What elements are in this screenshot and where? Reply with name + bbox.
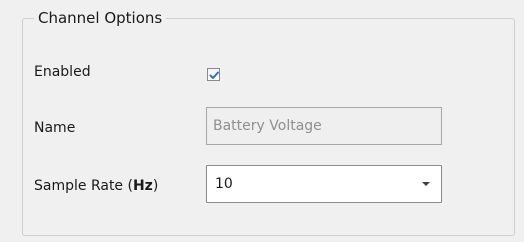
sample-rate-label: Sample Rate (Hz) <box>34 176 158 196</box>
sample-rate-label-suffix: ) <box>152 178 159 194</box>
sample-rate-value: 10 <box>215 176 233 192</box>
checkmark-icon <box>209 71 219 79</box>
enabled-checkbox[interactable] <box>207 68 220 81</box>
group-title: Channel Options <box>34 8 167 28</box>
name-field[interactable]: Battery Voltage <box>206 107 442 145</box>
sample-rate-select[interactable]: 10 <box>206 165 442 203</box>
enabled-label: Enabled <box>34 64 91 80</box>
chevron-down-icon[interactable] <box>422 182 430 186</box>
sample-rate-unit: Hz <box>132 178 153 194</box>
name-label: Name <box>34 120 76 136</box>
sample-rate-label-prefix: Sample Rate ( <box>34 178 133 194</box>
